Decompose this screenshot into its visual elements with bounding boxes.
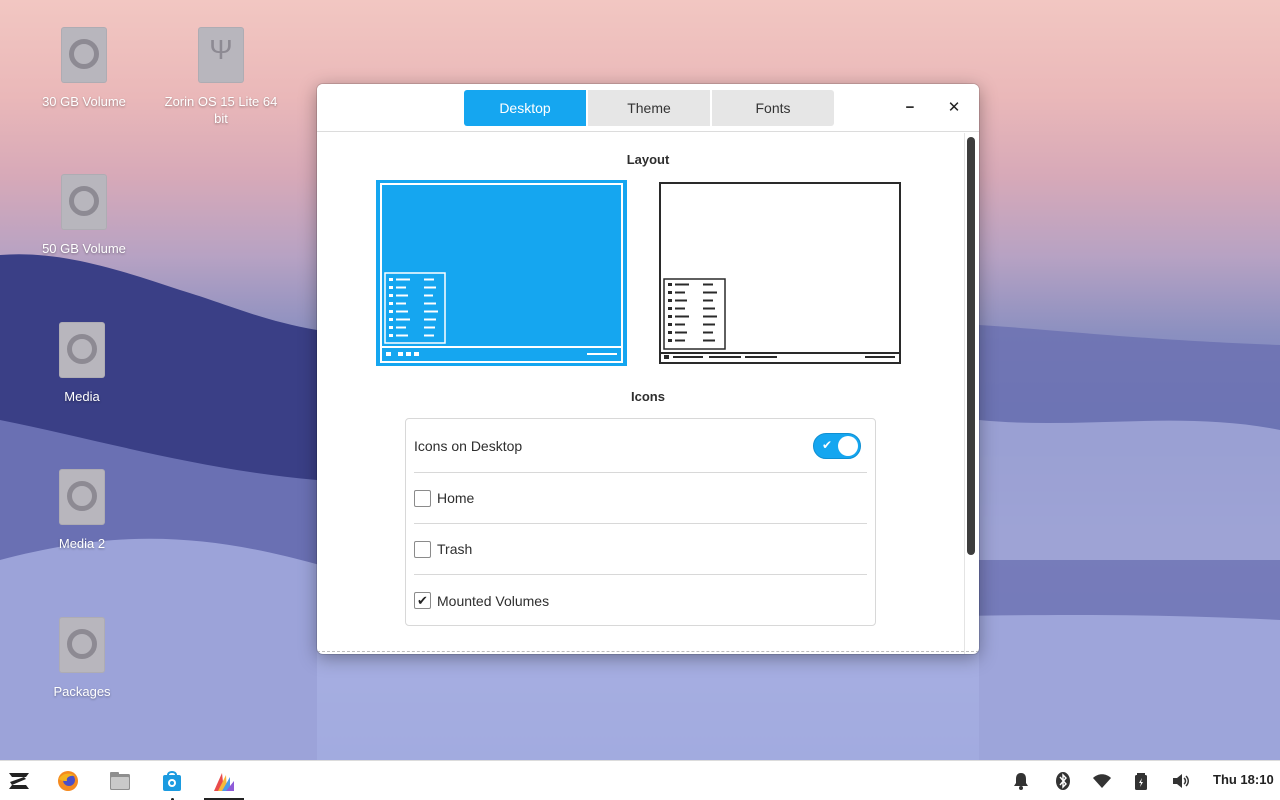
desktop-icon-label: Packages <box>53 684 111 699</box>
firefox-icon[interactable] <box>56 769 80 793</box>
tab-theme[interactable]: Theme <box>588 90 710 126</box>
scrollbar[interactable] <box>967 137 975 555</box>
icons-on-desktop-toggle[interactable]: ✔ <box>813 432 861 459</box>
wifi-icon[interactable] <box>1092 771 1112 791</box>
desktop-icon-media-2[interactable]: Media 2 <box>22 469 142 552</box>
drive-icon <box>59 322 105 378</box>
mounted-volumes-checkbox[interactable]: ✔ <box>414 592 431 609</box>
window-bottom-edge <box>317 651 979 652</box>
desktop-icon-media[interactable]: Media <box>22 322 142 405</box>
drive-icon <box>61 174 107 230</box>
desktop-icon-50gb-volume[interactable]: 50 GB Volume <box>24 174 144 257</box>
trash-option-row[interactable]: Trash <box>414 524 867 575</box>
appearance-window: Desktop Theme Fonts − ✕ Layout Icons Ico… <box>317 84 979 654</box>
icons-on-desktop-label: Icons on Desktop <box>414 437 523 454</box>
trash-checkbox[interactable] <box>414 540 431 558</box>
icons-on-desktop-row: Icons on Desktop ✔ <box>414 419 867 473</box>
taskbar: Thu 18:10 <box>0 760 1280 800</box>
tab-desktop[interactable]: Desktop <box>464 90 586 126</box>
tab-fonts[interactable]: Fonts <box>712 90 834 126</box>
checkmark-icon: ✔ <box>822 437 833 452</box>
usb-drive-icon: Ψ <box>198 27 244 83</box>
toggle-knob <box>838 435 858 456</box>
files-icon[interactable] <box>108 769 132 793</box>
drive-icon <box>59 469 105 525</box>
tab-switcher: Desktop Theme Fonts <box>464 90 834 126</box>
mounted-volumes-option-row[interactable]: ✔ Mounted Volumes <box>414 575 867 626</box>
minimize-button[interactable]: − <box>898 96 922 120</box>
clock[interactable]: Thu 18:10 <box>1213 772 1274 787</box>
home-checkbox[interactable] <box>414 489 431 507</box>
desktop-settings-panel: Layout Icons Icons on Desktop ✔ Home Tra… <box>317 133 979 654</box>
desktop-icon-packages[interactable]: Packages <box>22 617 142 700</box>
appearance-icon[interactable] <box>212 769 236 793</box>
layout-option-bottom-panel-selected[interactable] <box>376 180 627 366</box>
close-button[interactable]: ✕ <box>942 96 966 120</box>
desktop-icon-label: Zorin OS 15 Lite 64 bit <box>164 94 278 126</box>
desktop-icon-label: Media <box>64 389 100 404</box>
software-store-icon[interactable] <box>160 769 184 793</box>
desktop-icon-label: 30 GB Volume <box>42 94 126 109</box>
desktop-icon-label: 50 GB Volume <box>42 241 126 256</box>
desktop-icon-zorin-usb[interactable]: Ψ Zorin OS 15 Lite 64 bit <box>161 27 281 127</box>
icons-heading: Icons <box>631 389 665 404</box>
battery-icon[interactable] <box>1131 771 1151 791</box>
bluetooth-icon[interactable] <box>1053 771 1073 791</box>
layout-option-traditional[interactable] <box>659 182 901 364</box>
scroll-area-edge <box>964 133 965 654</box>
home-option-row[interactable]: Home <box>414 473 867 524</box>
header-bar: Desktop Theme Fonts − ✕ <box>317 84 979 132</box>
icons-settings-list: Icons on Desktop ✔ Home Trash ✔ Mounted … <box>405 418 876 626</box>
drive-icon <box>59 617 105 673</box>
drive-icon <box>61 27 107 83</box>
desktop-icon-label: Media 2 <box>58 536 106 551</box>
zorin-menu-icon[interactable] <box>7 769 31 793</box>
bell-icon[interactable] <box>1011 771 1031 791</box>
layout-heading: Layout <box>626 152 670 167</box>
mounted-volumes-label: Mounted Volumes <box>437 592 550 609</box>
volume-icon[interactable] <box>1171 771 1191 791</box>
home-label: Home <box>437 490 475 506</box>
desktop-icon-30gb-volume[interactable]: 30 GB Volume <box>24 27 144 110</box>
trash-label: Trash <box>437 541 473 557</box>
